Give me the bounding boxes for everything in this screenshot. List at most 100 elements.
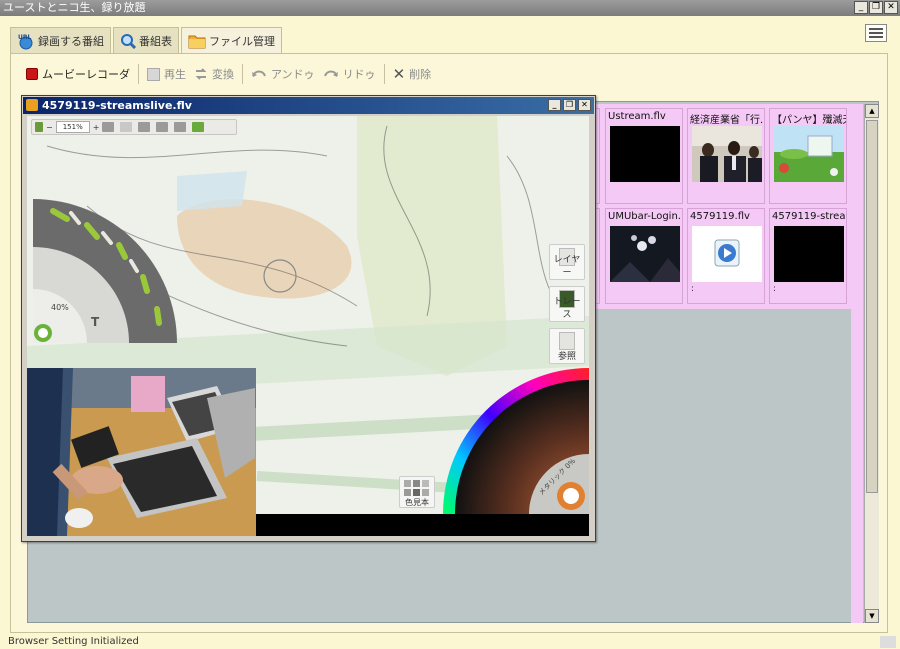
undo-icon <box>252 70 266 77</box>
swatch-grid-icon <box>404 480 429 496</box>
file-thumbnail <box>774 226 844 282</box>
close-button[interactable]: ✕ <box>884 1 898 14</box>
player-minimize-button[interactable]: _ <box>548 99 561 111</box>
play-icon <box>147 67 160 81</box>
concert-thumbnail <box>610 226 680 282</box>
import-icon[interactable] <box>174 122 187 132</box>
file-name: 4579119.flv <box>690 211 750 222</box>
zoom-in-icon[interactable]: + <box>93 123 100 132</box>
app-title-bar: ユーストとニコ生、録り放題 _ ❐ ✕ <box>0 0 900 16</box>
convert-icon <box>195 68 207 80</box>
play-button[interactable]: 再生 <box>143 63 190 85</box>
flip-icon[interactable] <box>138 122 151 132</box>
text-tool-icon[interactable]: T <box>91 315 99 329</box>
record-icon <box>26 68 38 80</box>
redo-button[interactable]: リドゥ <box>319 63 380 85</box>
canvas-toolbar: − 151% + <box>31 119 237 135</box>
file-item[interactable]: UMUbar-Login.... <box>605 208 683 304</box>
webcam-overlay <box>27 368 256 536</box>
tab-label: 番組表 <box>139 34 172 48</box>
toolbar-divider <box>138 64 139 84</box>
file-item[interactable]: Ustream.flv <box>605 108 683 204</box>
undo-label: アンドゥ <box>271 68 315 81</box>
player-maximize-button[interactable]: ❐ <box>563 99 576 111</box>
tab-recording-programs[interactable]: URL 録画する番組 <box>10 27 111 53</box>
movie-recorder-label: ムービーレコーダ <box>42 68 130 81</box>
press-conference-thumbnail <box>692 126 762 182</box>
zoom-level[interactable]: 151% <box>55 121 90 133</box>
player-title-bar[interactable]: 4579119-streamslive.flv _ ❐ ✕ <box>23 97 594 114</box>
scroll-down-button[interactable]: ▼ <box>865 609 879 623</box>
reference-icon <box>559 332 575 350</box>
movie-recorder-button[interactable]: ムービーレコーダ <box>22 63 134 85</box>
layer-button[interactable]: レイヤー <box>549 244 585 280</box>
color-swatch-button[interactable]: 色見本 <box>399 476 435 508</box>
tab-label: 録画する番組 <box>38 34 104 48</box>
tab-program-guide[interactable]: 番組表 <box>113 27 179 53</box>
status-text: Browser Setting Initialized <box>8 636 139 647</box>
toolbar-divider <box>383 64 385 84</box>
file-grid: Ustream.flv 経済産業省「行... 【パンヤ】殲滅天... UMUba… <box>578 104 851 309</box>
file-meta: : <box>691 284 695 294</box>
play-label: 再生 <box>164 68 186 81</box>
undo-button[interactable]: アンドゥ <box>247 63 319 85</box>
toolbar: ムービーレコーダ 再生 変換 アンドゥ リドゥ ✕ 削除 <box>22 62 435 86</box>
file-name: Ustream.flv <box>608 111 666 122</box>
undo-icon[interactable] <box>102 122 115 132</box>
minimize-button[interactable]: _ <box>854 1 868 14</box>
settings-icon[interactable] <box>192 122 205 132</box>
svg-text:URL: URL <box>18 34 31 41</box>
file-item[interactable]: 経済産業省「行... <box>687 108 765 204</box>
delete-button[interactable]: ✕ 削除 <box>389 63 436 85</box>
file-list-edge <box>851 104 863 623</box>
rotate-icon[interactable] <box>35 122 43 132</box>
tab-file-management[interactable]: ファイル管理 <box>181 27 282 53</box>
player-window-controls: _ ❐ ✕ <box>548 99 591 111</box>
delete-icon: ✕ <box>392 65 406 83</box>
video-frame[interactable]: − 151% + 40% T レイヤー トレース 参照 色見本 メタリック 0% <box>27 116 589 536</box>
video-player-window[interactable]: 4579119-streamslive.flv _ ❐ ✕ − 151% + 4… <box>21 95 596 542</box>
color-wheel-graphic <box>443 368 589 514</box>
url-globe-icon: URL <box>18 34 33 49</box>
delete-label: 削除 <box>409 68 432 81</box>
convert-button[interactable]: 変換 <box>190 63 238 85</box>
golf-game-thumbnail <box>774 126 844 182</box>
player-title: 4579119-streamslive.flv <box>42 99 192 112</box>
file-item[interactable]: 4579119.flv : <box>687 208 765 304</box>
vertical-scrollbar[interactable]: ▲ ▼ <box>864 104 879 623</box>
magnifier-icon <box>121 33 136 49</box>
webcam-scene <box>27 368 256 536</box>
scroll-thumb[interactable] <box>866 120 878 493</box>
player-app-icon <box>26 99 38 111</box>
convert-label: 変換 <box>212 68 234 81</box>
reference-button[interactable]: 参照 <box>549 328 585 364</box>
brush-percent: 40% <box>51 303 69 312</box>
restore-button[interactable]: ❐ <box>869 1 883 14</box>
player-close-button[interactable]: ✕ <box>578 99 591 111</box>
redo-icon <box>323 70 338 77</box>
resize-grip[interactable] <box>880 636 896 648</box>
main-tabs: URL 録画する番組 番組表 ファイル管理 <box>10 27 284 53</box>
file-item[interactable]: 4579119-strea.... : <box>769 208 847 304</box>
redo-icon[interactable] <box>120 122 133 132</box>
toolbar-divider <box>242 64 243 84</box>
scroll-up-button[interactable]: ▲ <box>865 104 879 118</box>
folder-icon <box>188 35 206 48</box>
export-icon[interactable] <box>156 122 169 132</box>
trace-button[interactable]: トレース <box>549 286 585 322</box>
video-black-bar <box>256 514 589 536</box>
zoom-out-icon[interactable]: − <box>46 123 53 132</box>
color-wheel[interactable]: メタリック 0% <box>443 368 589 514</box>
file-thumbnail <box>610 126 680 182</box>
file-item[interactable]: 【パンヤ】殲滅天... <box>769 108 847 204</box>
tab-label: ファイル管理 <box>209 34 275 48</box>
app-title: ユーストとニコ生、録り放題 <box>3 1 146 14</box>
file-meta: : <box>773 284 777 294</box>
settings-icon[interactable] <box>865 24 887 42</box>
file-name: 【パンヤ】殲滅天... <box>772 115 846 126</box>
file-name: UMUbar-Login.... <box>608 211 682 222</box>
swatch-label: 色見本 <box>405 498 429 507</box>
media-file-icon <box>692 226 762 282</box>
brush-wheel[interactable]: 40% T <box>33 199 181 343</box>
file-name: 経済産業省「行... <box>690 115 764 126</box>
